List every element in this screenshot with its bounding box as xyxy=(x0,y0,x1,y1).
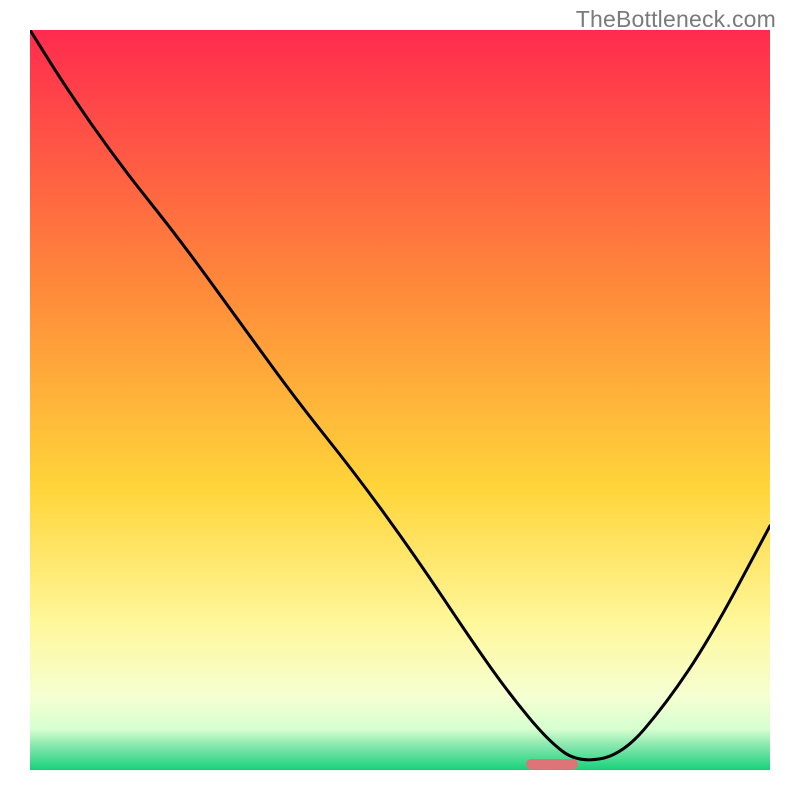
watermark-text: TheBottleneck.com xyxy=(576,6,776,33)
chart-background-gradient xyxy=(30,30,770,770)
optimal-region-marker xyxy=(526,759,578,769)
chart-stage: TheBottleneck.com xyxy=(0,0,800,800)
chart-plot-area xyxy=(30,30,770,770)
